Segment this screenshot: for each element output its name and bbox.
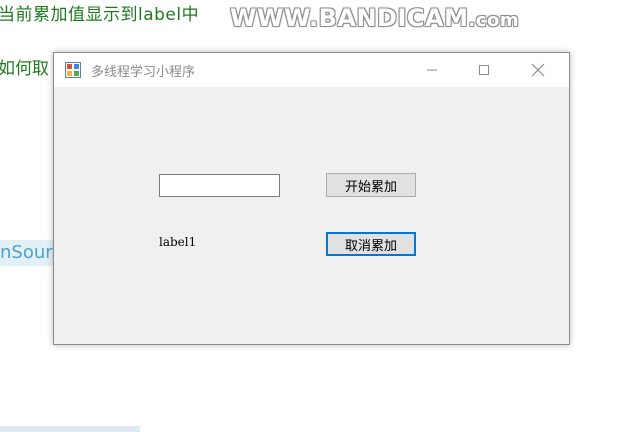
- window-title: 多线程学习小程序: [91, 65, 196, 80]
- app-window: 多线程学习小程序 开始累加 label1 取消累加: [53, 52, 570, 345]
- watermark-suffix: .com: [468, 10, 520, 31]
- cancel-accumulate-button[interactable]: 取消累加: [326, 232, 416, 256]
- app-icon: [65, 62, 81, 78]
- background-editor-strip: [0, 426, 140, 432]
- maximize-button[interactable]: [461, 53, 507, 87]
- background-editor-text: 如何取: [0, 59, 49, 79]
- result-label: label1: [159, 235, 197, 249]
- recording-watermark: WWW.BANDICAM.com: [230, 4, 519, 32]
- value-textbox[interactable]: [159, 174, 280, 197]
- minimize-button[interactable]: [409, 53, 455, 87]
- title-bar[interactable]: 多线程学习小程序: [54, 53, 569, 87]
- watermark-brand: WWW.BANDICAM: [230, 4, 469, 32]
- form-client-area: 开始累加 label1 取消累加: [54, 87, 569, 344]
- screen: 当前累加值显示到label中 如何取 nSour WWW.BANDICAM.co…: [0, 0, 640, 432]
- background-editor-highlighted-text: nSour: [0, 240, 57, 266]
- minimize-icon: [427, 69, 437, 71]
- start-accumulate-button[interactable]: 开始累加: [326, 173, 416, 197]
- background-editor-text: 当前累加值显示到label中: [0, 5, 200, 25]
- close-button[interactable]: [515, 53, 561, 87]
- maximize-icon: [479, 65, 489, 75]
- close-icon: [531, 63, 545, 77]
